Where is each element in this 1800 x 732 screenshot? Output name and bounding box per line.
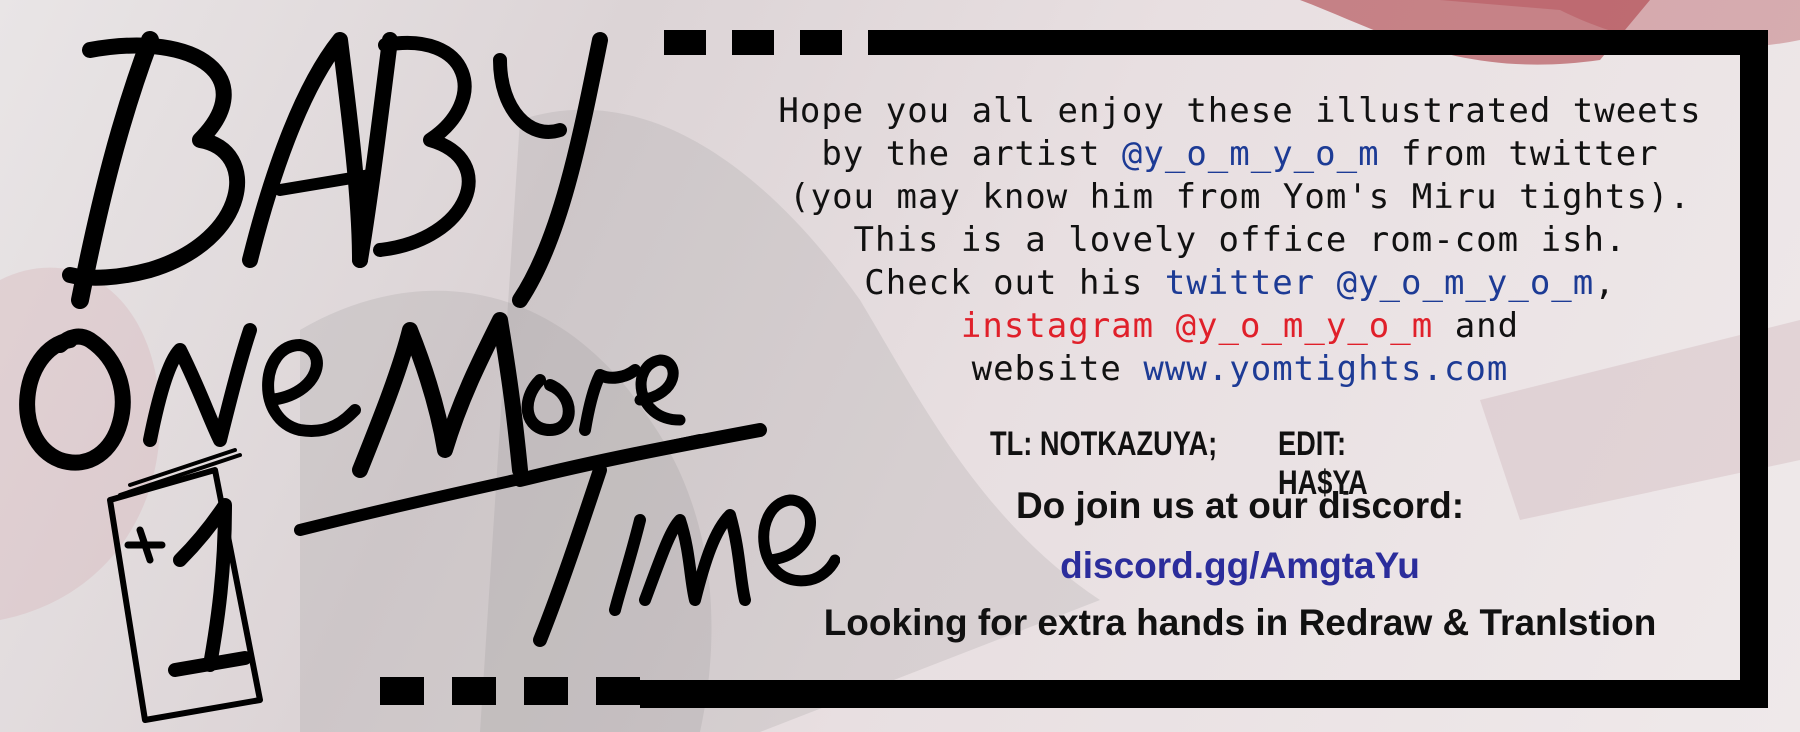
recruitment-note: Looking for extra hands in Redraw & Tran… (823, 602, 1657, 643)
info-line-7: website www.yomtights.com (690, 348, 1790, 391)
info-line-3: (you may know him from Yom's Miru tights… (789, 177, 1691, 217)
info-line-6-suffix: and (1433, 306, 1520, 346)
info-line-4: This is a lovely office rom-com ish. (853, 220, 1627, 260)
instagram-link[interactable]: instagram @y_o_m_y_o_m (961, 306, 1433, 346)
artist-handle-link[interactable]: @y_o_m_y_o_m (1122, 134, 1380, 174)
credits-row: TL: NOTKAZUYA; EDIT: HA$YA (990, 425, 1406, 502)
info-line-2-suffix: from twitter (1379, 134, 1659, 174)
info-line-7-prefix: website (971, 349, 1144, 389)
frame-top-bar (868, 30, 1768, 55)
info-line-2-prefix: by the artist (821, 134, 1122, 174)
info-line-2: by the artist @y_o_m_y_o_m from twitter (690, 133, 1790, 176)
info-line-5-suffix: , (1594, 263, 1616, 303)
twitter-link[interactable]: twitter @y_o_m_y_o_m (1165, 263, 1594, 303)
info-line-5-prefix: Check out his (864, 263, 1165, 303)
info-text-block: Hope you all enjoy these illustrated twe… (690, 90, 1790, 391)
translator-credit: TL: NOTKAZUYA; (990, 425, 1218, 463)
info-line-6: instagram @y_o_m_y_o_m and (690, 305, 1790, 348)
info-line-1: Hope you all enjoy these illustrated twe… (778, 91, 1702, 131)
info-line-5: Check out his twitter @y_o_m_y_o_m, (690, 262, 1790, 305)
discord-prompt: Do join us at our discord: (1015, 485, 1465, 526)
discord-link[interactable]: discord.gg/AmgtaYu (690, 545, 1790, 587)
website-link[interactable]: www.yomtights.com (1143, 349, 1508, 389)
